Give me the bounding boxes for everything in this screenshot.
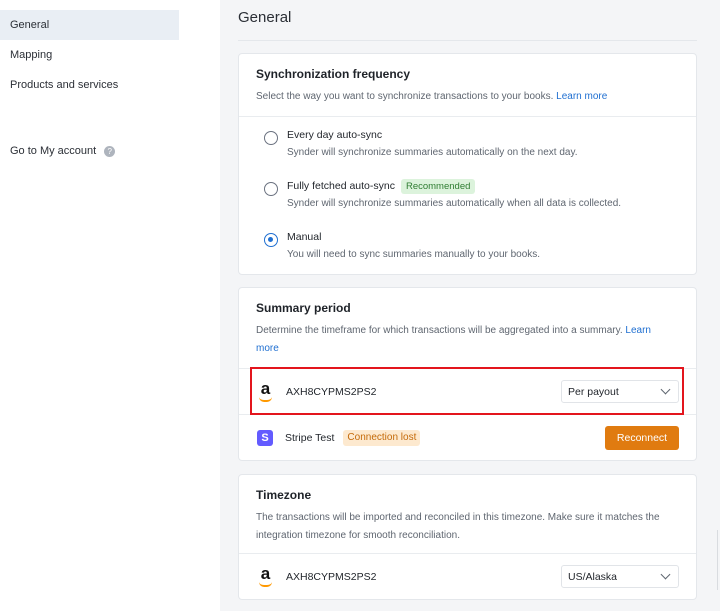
summary-period-card: Summary period Determine the timeframe f… xyxy=(238,287,697,461)
integration-row-amazon: a AXH8CYPMS2PS2 Per payout xyxy=(239,369,696,414)
sidebar-item-my-account[interactable]: Go to My account ? xyxy=(0,136,179,166)
summary-period-description: Determine the timeframe for which transa… xyxy=(256,325,651,354)
sync-option-manual[interactable]: Manual You will need to sync summaries m… xyxy=(239,230,696,262)
integration-name: Stripe Test xyxy=(285,431,335,444)
timezone-description: The transactions will be imported and re… xyxy=(256,512,660,541)
option-description: Synder will synchronize summaries automa… xyxy=(287,147,578,158)
sync-learn-more-link[interactable]: Learn more xyxy=(556,91,607,102)
timezone-card: Timezone The transactions will be import… xyxy=(238,474,697,600)
amazon-icon: a xyxy=(257,565,274,588)
sync-frequency-title: Synchronization frequency xyxy=(256,67,411,81)
summary-period-select[interactable]: Per payout xyxy=(561,380,679,403)
option-description: Synder will synchronize summaries automa… xyxy=(287,198,622,209)
sidebar-item-mapping[interactable]: Mapping xyxy=(0,40,179,70)
select-value: Per payout xyxy=(568,385,619,398)
stripe-icon: S xyxy=(257,429,273,446)
sync-option-fully-fetched[interactable]: Fully fetched auto-sync Recommended Synd… xyxy=(239,179,696,211)
recommended-badge: Recommended xyxy=(400,179,476,194)
reconnect-button[interactable]: Reconnect xyxy=(605,425,679,450)
timezone-select[interactable]: US/Alaska xyxy=(561,565,679,588)
integration-name: AXH8CYPMS2PS2 xyxy=(286,570,377,583)
select-value: US/Alaska xyxy=(568,570,618,583)
option-label: Manual xyxy=(287,231,322,243)
integration-row-amazon-timezone: a AXH8CYPMS2PS2 US/Alaska xyxy=(239,554,696,599)
summary-period-title: Summary period xyxy=(256,301,351,315)
help-icon[interactable]: ? xyxy=(104,145,116,157)
option-label: Fully fetched auto-sync xyxy=(287,180,395,192)
integration-row-stripe: S Stripe Test Connection lost Reconnect xyxy=(239,415,696,460)
main-content: General Synchronization frequency Select… xyxy=(220,0,720,611)
integration-name: AXH8CYPMS2PS2 xyxy=(286,385,377,398)
option-label-row: Fully fetched auto-sync Recommended xyxy=(287,179,621,194)
sidebar-item-products-and-services[interactable]: Products and services xyxy=(0,70,179,100)
connection-lost-badge: Connection lost xyxy=(343,429,421,446)
radio-every-day[interactable] xyxy=(264,131,278,145)
summary-learn-more-link-cont[interactable]: more xyxy=(256,343,279,354)
sync-frequency-card: Synchronization frequency Select the way… xyxy=(238,53,697,275)
timezone-title: Timezone xyxy=(256,488,312,502)
chevron-down-icon xyxy=(660,384,671,395)
option-label: Every day auto-sync xyxy=(287,129,383,141)
title-divider xyxy=(238,40,697,41)
my-account-label: Go to My account xyxy=(10,145,97,157)
page-title: General xyxy=(238,9,292,26)
option-description: You will need to sync summaries manually… xyxy=(287,249,541,260)
radio-manual[interactable] xyxy=(264,233,278,247)
sidebar-item-general[interactable]: General xyxy=(0,10,179,40)
sidebar: General Mapping Products and services Go… xyxy=(0,0,220,611)
chevron-down-icon xyxy=(660,569,671,580)
amazon-icon: a xyxy=(257,380,274,403)
summary-learn-more-link[interactable]: Learn xyxy=(625,325,651,336)
sync-option-every-day[interactable]: Every day auto-sync Synder will synchron… xyxy=(239,128,696,160)
radio-fully-fetched[interactable] xyxy=(264,182,278,196)
sync-frequency-description: Select the way you want to synchronize t… xyxy=(256,91,608,102)
